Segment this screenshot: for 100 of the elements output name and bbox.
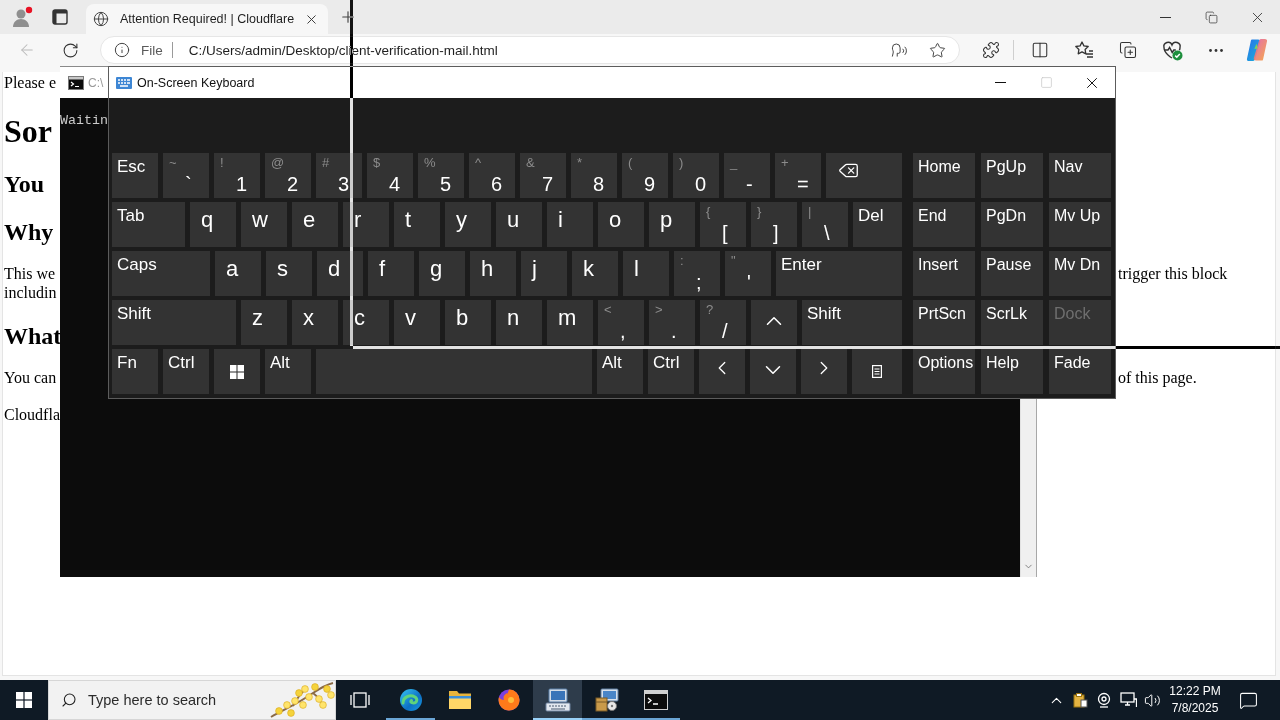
keyboard-key[interactable]: & 7 (520, 153, 566, 198)
speech-icon (891, 41, 908, 59)
keyboard-key[interactable]: Mv Up (1049, 202, 1111, 247)
fox-logo-icon (496, 688, 521, 712)
keyboard-key[interactable]: l (623, 251, 669, 296)
paragraph-text: You can (4, 368, 57, 387)
keyboard-key[interactable]: t (394, 202, 440, 247)
keyboard-key[interactable]: @ 2 (265, 153, 311, 198)
keyboard-key[interactable]: i (547, 202, 593, 247)
keyboard-key[interactable]: Shift (802, 300, 902, 345)
keyboard-key[interactable]: a (215, 251, 261, 296)
keyboard-key[interactable]: } ] (751, 202, 797, 247)
browser-tab[interactable]: Attention Required! | Cloudflare (86, 4, 328, 34)
keyboard-key[interactable]: v (394, 300, 440, 345)
notification-icon (1238, 690, 1258, 710)
keyboard-key[interactable]: < , (598, 300, 644, 345)
keyboard-key[interactable]: PgDn (981, 202, 1043, 247)
keyboard-key[interactable]: { [ (700, 202, 746, 247)
keyboard-key[interactable]: " ' (725, 251, 771, 296)
computer-keyboard-icon (544, 688, 571, 712)
keyboard-key[interactable]: n (496, 300, 542, 345)
keyboard-key[interactable]: ? / (700, 300, 746, 345)
section-heading: You (4, 170, 45, 198)
keyboard-key[interactable]: Help (981, 349, 1043, 394)
windows-logo-icon (230, 364, 244, 379)
more-icon (1209, 48, 1223, 52)
search-input[interactable]: Type here to search (88, 689, 269, 711)
plus-icon (339, 8, 357, 26)
paragraph-text: This we (4, 264, 56, 283)
keyboard-key[interactable]: Del (853, 202, 902, 247)
keyboard-key[interactable]: ScrLk (981, 300, 1043, 345)
read-aloud-button[interactable] (891, 41, 908, 59)
search-box[interactable]: Type here to search (48, 680, 336, 720)
keyboard-key[interactable]: PrtScn (913, 300, 975, 345)
keyboard-key[interactable]: Home (913, 153, 975, 198)
keyboard-key[interactable]: p (649, 202, 695, 247)
keyboard-key[interactable]: Enter (776, 251, 902, 296)
keyboard-key[interactable]: > . (649, 300, 695, 345)
keyboard-key[interactable]: Pause (981, 251, 1043, 296)
keyboard-key[interactable]: s (266, 251, 312, 296)
keyboard-key[interactable]: Alt (597, 349, 643, 394)
backspace-key[interactable] (826, 153, 902, 198)
keyboard-key[interactable]: _ - (724, 153, 770, 198)
keyboard-key[interactable]: c (343, 300, 389, 345)
keyboard-key[interactable]: m (547, 300, 593, 345)
keyboard-key[interactable]: Insert (913, 251, 975, 296)
keyboard-key[interactable]: r (343, 202, 389, 247)
split-screen-icon (1031, 41, 1049, 59)
keyboard-key[interactable]: : ; (674, 251, 720, 296)
keyboard-key[interactable]: Alt (265, 349, 311, 394)
keyboard-key[interactable]: End (913, 202, 975, 247)
keyboard-key[interactable]: Fn (112, 349, 158, 394)
section-heading: Why (4, 218, 54, 246)
windows-key[interactable] (214, 349, 260, 394)
keyboard-key[interactable]: h (470, 251, 516, 296)
keyboard-key[interactable]: Fade (1049, 349, 1111, 394)
keyboard-key[interactable]: Tab (112, 202, 185, 247)
context-menu-icon (872, 365, 882, 378)
profile-avatar-icon (11, 6, 33, 28)
keyboard-key[interactable]: * 8 (571, 153, 617, 198)
taskbar-app-button[interactable] (533, 680, 582, 720)
keyboard-key[interactable]: x (292, 300, 338, 345)
keyboard-key[interactable]: Esc (112, 153, 158, 198)
keyboard-key[interactable]: j (521, 251, 567, 296)
keyboard-key[interactable]: w (241, 202, 287, 247)
section-heading: What (4, 322, 62, 350)
keyboard-key[interactable]: Nav (1049, 153, 1111, 198)
keyboard-key[interactable]: g (419, 251, 465, 296)
keyboard-key[interactable]: Ctrl (648, 349, 694, 394)
keyboard-key[interactable]: q (190, 202, 236, 247)
keyboard-key[interactable]: o (598, 202, 644, 247)
keyboard-key[interactable]: $ 4 (367, 153, 413, 198)
keyboard-key[interactable]: d (317, 251, 363, 296)
keyboard-key[interactable]: # 3 (316, 153, 362, 198)
keyboard-key[interactable]: ^ 6 (469, 153, 515, 198)
keyboard-key[interactable]: Caps (112, 251, 210, 296)
keyboard-key[interactable]: Options (913, 349, 975, 394)
keyboard-key[interactable]: ! 1 (214, 153, 260, 198)
keyboard-key[interactable]: ) 0 (673, 153, 719, 198)
keyboard-key[interactable]: b (445, 300, 491, 345)
task-view-icon (350, 691, 370, 709)
keyboard-key[interactable]: Mv Dn (1049, 251, 1111, 296)
keyboard-key[interactable]: | \ (802, 202, 848, 247)
keyboard-key[interactable]: z (241, 300, 287, 345)
minimize-icon (1159, 16, 1171, 18)
keyboard-key[interactable]: ( 9 (622, 153, 668, 198)
keyboard-key[interactable]: PgUp (981, 153, 1043, 198)
favorite-button[interactable] (929, 41, 946, 59)
keyboard-key[interactable]: % 5 (418, 153, 464, 198)
keyboard-key[interactable]: Shift (112, 300, 236, 345)
menu-key[interactable] (852, 349, 902, 394)
keyboard-key[interactable]: y (445, 202, 491, 247)
keyboard-key[interactable]: k (572, 251, 618, 296)
keyboard-key[interactable]: + = (775, 153, 821, 198)
keyboard-key[interactable]: Ctrl (163, 349, 209, 394)
keyboard-key[interactable]: f (368, 251, 414, 296)
keyboard-key[interactable]: e (292, 202, 338, 247)
keyboard-key[interactable]: u (496, 202, 542, 247)
windows-logo-icon (16, 692, 32, 708)
keyboard-key[interactable]: ~ ` (163, 153, 209, 198)
